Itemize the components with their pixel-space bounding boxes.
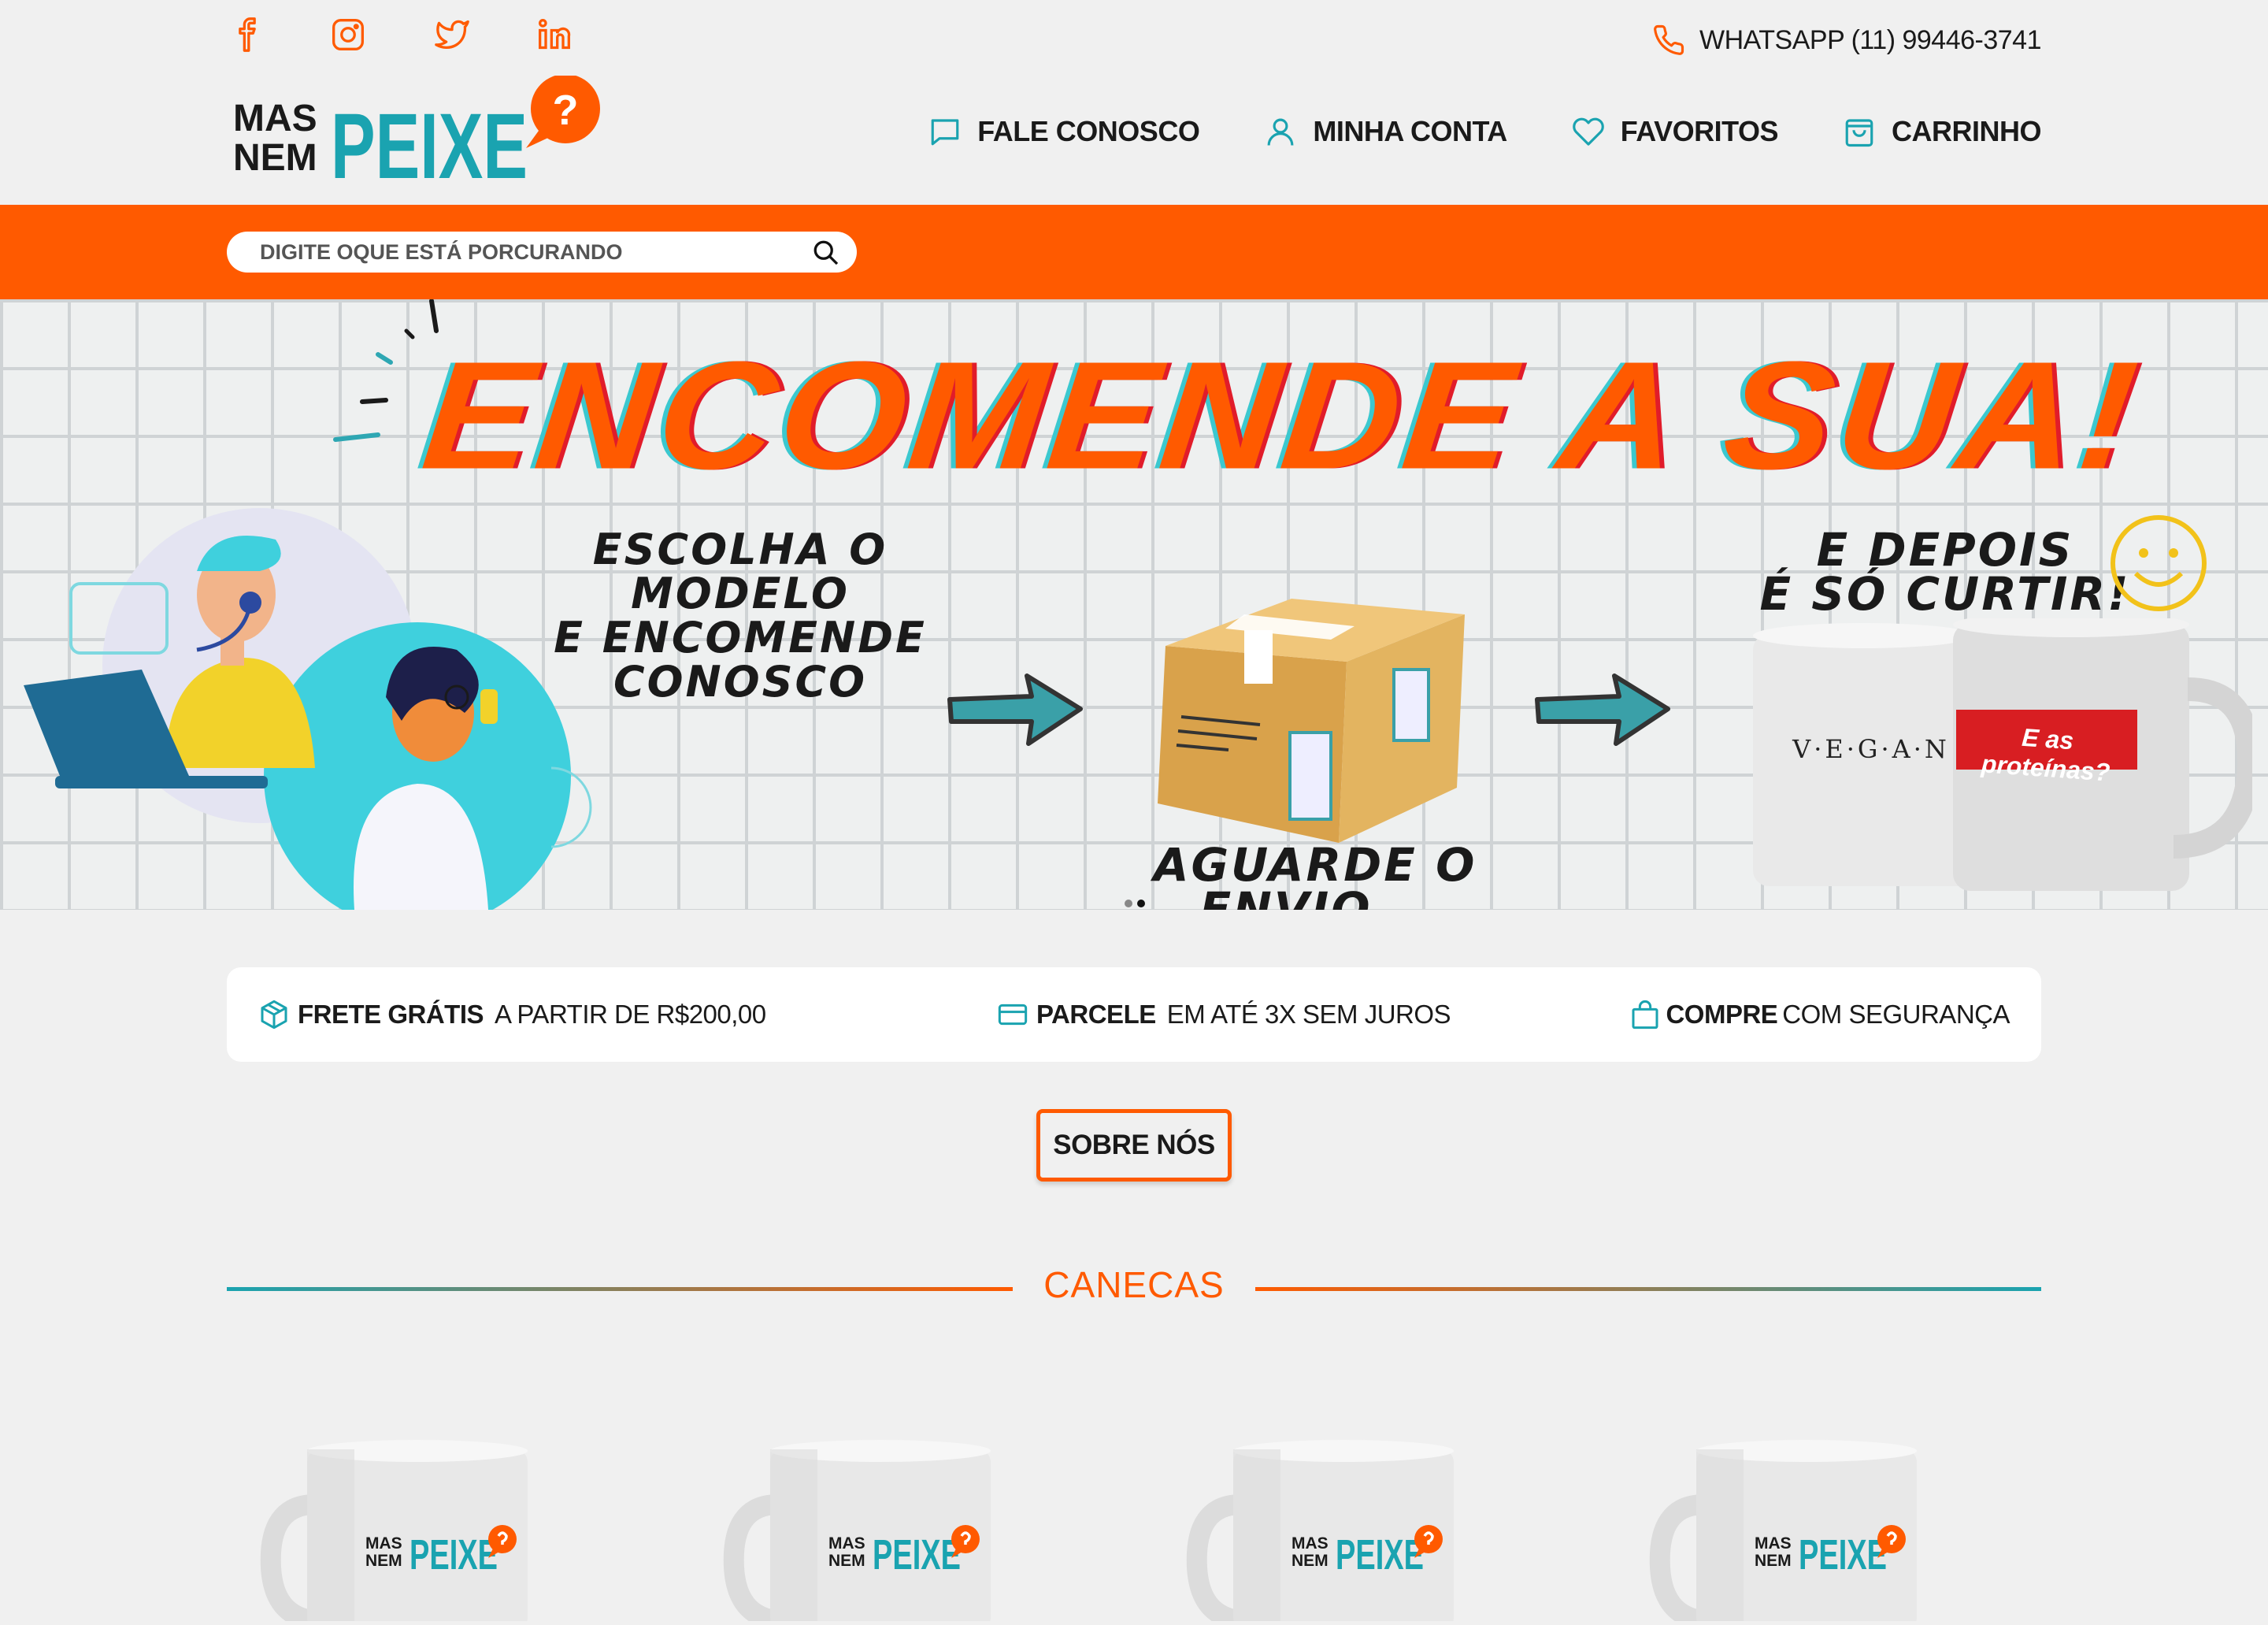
svg-text:MAS: MAS <box>365 1534 402 1553</box>
banner-title: ENCOMENDE A SUA! <box>416 329 2149 502</box>
user-icon <box>1267 118 1294 146</box>
benefit-installments-title: PARCELE <box>1036 1000 1156 1029</box>
smiley-icon <box>2110 515 2207 611</box>
svg-text:PEIXE: PEIXE <box>1799 1531 1887 1579</box>
chat-icon <box>931 119 959 146</box>
mug-vegan-text: V·E·G·A·N <box>1792 734 1950 764</box>
whatsapp-contact[interactable]: WHATSAPP (11) 99446-3741 <box>1652 22 2042 58</box>
nav-account-label: MINHA CONTA <box>1313 115 1507 147</box>
svg-text:NEM: NEM <box>828 1552 865 1570</box>
heart-icon <box>1573 117 1604 146</box>
benefit-installments-text: EM ATÉ 3X SEM JUROS <box>1166 1000 1451 1029</box>
product-card[interactable]: MAS NEM PEIXE <box>1186 1418 1501 1625</box>
svg-text:NEM: NEM <box>1292 1552 1329 1570</box>
hero-banner[interactable]: ENCOMENDE A SUA! ESCOLHA O MODELO E ENCO… <box>0 299 2268 910</box>
mug-product-image: MASNEM PEIXE <box>260 1440 528 1625</box>
benefits-strip: FRETE GRÁTIS A PARTIR DE R$200,00 PARCEL… <box>227 967 2041 1062</box>
svg-text:PEIXE: PEIXE <box>873 1531 961 1579</box>
nav-account[interactable]: MINHA CONTA <box>1264 115 1507 148</box>
twitter-icon[interactable] <box>435 17 469 52</box>
search-box <box>227 232 857 273</box>
nav-contact[interactable]: FALE CONOSCO <box>928 115 1200 148</box>
benefit-shipping-text: A PARTIR DE R$200,00 <box>495 1000 766 1029</box>
site-logo[interactable]: MAS NEM PEIXE ? <box>230 74 608 198</box>
logo-line1: MAS <box>233 98 317 139</box>
benefit-shipping-title: FRETE GRÁTIS <box>298 1000 484 1029</box>
carousel-dots[interactable] <box>1125 900 1145 907</box>
banner-step3-text: E DEPOIS É SÓ CURTIR! <box>1759 523 2131 621</box>
product-card[interactable]: MAS NEM PEIXE <box>1649 1418 1964 1625</box>
svg-text:MAS: MAS <box>828 1534 865 1553</box>
arrow-right-icon <box>947 673 1083 746</box>
facebook-icon[interactable] <box>230 17 265 52</box>
svg-text:?: ? <box>553 87 579 134</box>
logo-line2: NEM <box>233 137 317 179</box>
shopping-bag-icon <box>1845 119 1873 147</box>
product-card[interactable]: MAS NEM PEIXE <box>260 1418 575 1625</box>
benefit-installments: PARCELE EM ATÉ 3X SEM JUROS <box>997 967 1451 1062</box>
section-divider-right <box>1255 1287 2041 1291</box>
package-box-illustration <box>1158 599 1465 843</box>
section-divider-left <box>227 1287 1013 1291</box>
carousel-dot-active[interactable] <box>1137 900 1145 907</box>
nav-favorites-label: FAVORITOS <box>1620 115 1779 147</box>
logo-question-bubble: ? <box>526 74 600 148</box>
svg-text:NEM: NEM <box>1755 1552 1792 1570</box>
svg-text:PEIXE: PEIXE <box>410 1531 498 1579</box>
package-icon <box>261 1000 287 1030</box>
nav-cart-label: CARRINHO <box>1892 115 2042 147</box>
instagram-icon[interactable] <box>331 17 365 52</box>
mug-product-image: MASNEM PEIXE <box>723 1440 991 1625</box>
carousel-dot[interactable] <box>1125 900 1132 907</box>
phone-icon <box>1654 24 1684 55</box>
whatsapp-number: WHATSAPP (11) 99446-3741 <box>1699 24 2042 55</box>
mug-product-image: MASNEM PEIXE <box>1649 1440 1917 1625</box>
mug-product-image: MASNEM PEIXE <box>1186 1440 1454 1625</box>
shopping-bag-icon <box>1632 1000 1658 1030</box>
benefit-secure-title: COMPRE <box>1666 1000 1778 1029</box>
benefit-secure-text: COM SEGURANÇA <box>1782 1000 2010 1029</box>
linkedin-icon[interactable] <box>537 17 572 52</box>
product-card[interactable]: MAS NEM PEIXE <box>723 1418 1038 1625</box>
credit-card-icon <box>998 1004 1028 1026</box>
benefit-secure: COMPRE COM SEGURANÇA <box>1629 967 2010 1062</box>
svg-text:MAS: MAS <box>1292 1534 1329 1553</box>
arrow-right-icon <box>1535 673 1670 746</box>
banner-step1-text: ESCOLHA O MODELO E ENCOMENDE CONOSCO <box>554 525 927 707</box>
search-input[interactable] <box>258 239 797 265</box>
nav-contact-label: FALE CONOSCO <box>977 115 1200 147</box>
nav-favorites[interactable]: FAVORITOS <box>1572 115 1779 148</box>
svg-text:MAS: MAS <box>1755 1534 1792 1553</box>
main-nav: FALE CONOSCO MINHA CONTA FAVORITOS CARRI… <box>928 115 2042 148</box>
logo-brand: PEIXE <box>331 95 528 186</box>
svg-text:NEM: NEM <box>365 1552 402 1570</box>
section-title: CANECAS <box>1043 1264 1225 1305</box>
svg-text:PEIXE: PEIXE <box>1336 1531 1424 1579</box>
search-icon[interactable] <box>811 238 839 266</box>
nav-cart[interactable]: CARRINHO <box>1843 115 2042 148</box>
benefit-free-shipping: FRETE GRÁTIS A PARTIR DE R$200,00 <box>258 967 766 1062</box>
about-us-button[interactable]: SOBRE NÓS <box>1036 1109 1232 1182</box>
